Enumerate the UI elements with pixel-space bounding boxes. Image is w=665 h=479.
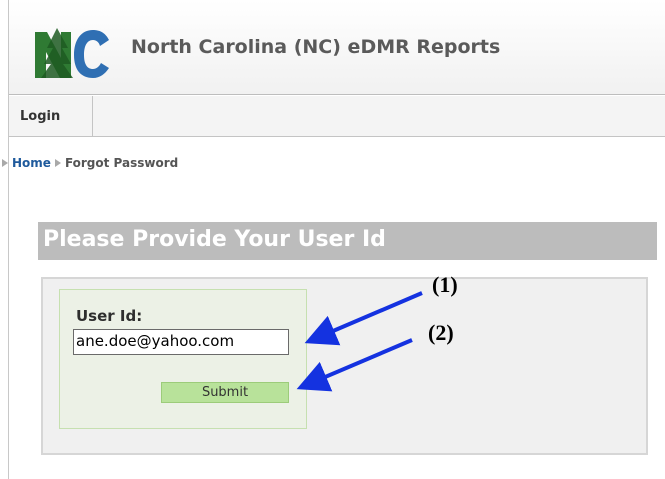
nc-logo: NC bbox=[33, 22, 109, 78]
app-title: North Carolina (NC) eDMR Reports bbox=[131, 36, 501, 58]
breadcrumb: Home Forgot Password bbox=[2, 156, 178, 170]
callout-1-label: (1) bbox=[432, 272, 458, 297]
banner-title: Please Provide Your User Id bbox=[43, 227, 386, 252]
userid-input[interactable]: ane.doe@yahoo.com bbox=[73, 329, 289, 355]
userid-label: User Id: bbox=[76, 307, 143, 325]
breadcrumb-home-link[interactable]: Home bbox=[12, 156, 51, 170]
breadcrumb-arrow-icon bbox=[2, 159, 8, 167]
nav-bar: Login bbox=[9, 96, 665, 137]
submit-button[interactable]: Submit bbox=[161, 382, 289, 403]
logo-text: NC bbox=[33, 22, 35, 23]
breadcrumb-arrow-icon bbox=[54, 159, 61, 167]
nav-login-tab[interactable]: Login bbox=[9, 96, 93, 137]
section-banner: Please Provide Your User Id bbox=[38, 222, 657, 260]
breadcrumb-current: Forgot Password bbox=[64, 156, 179, 170]
app-header: NC North Carolina (NC) eDMR Reports bbox=[9, 0, 665, 95]
callout-2-label: (2) bbox=[428, 320, 454, 345]
